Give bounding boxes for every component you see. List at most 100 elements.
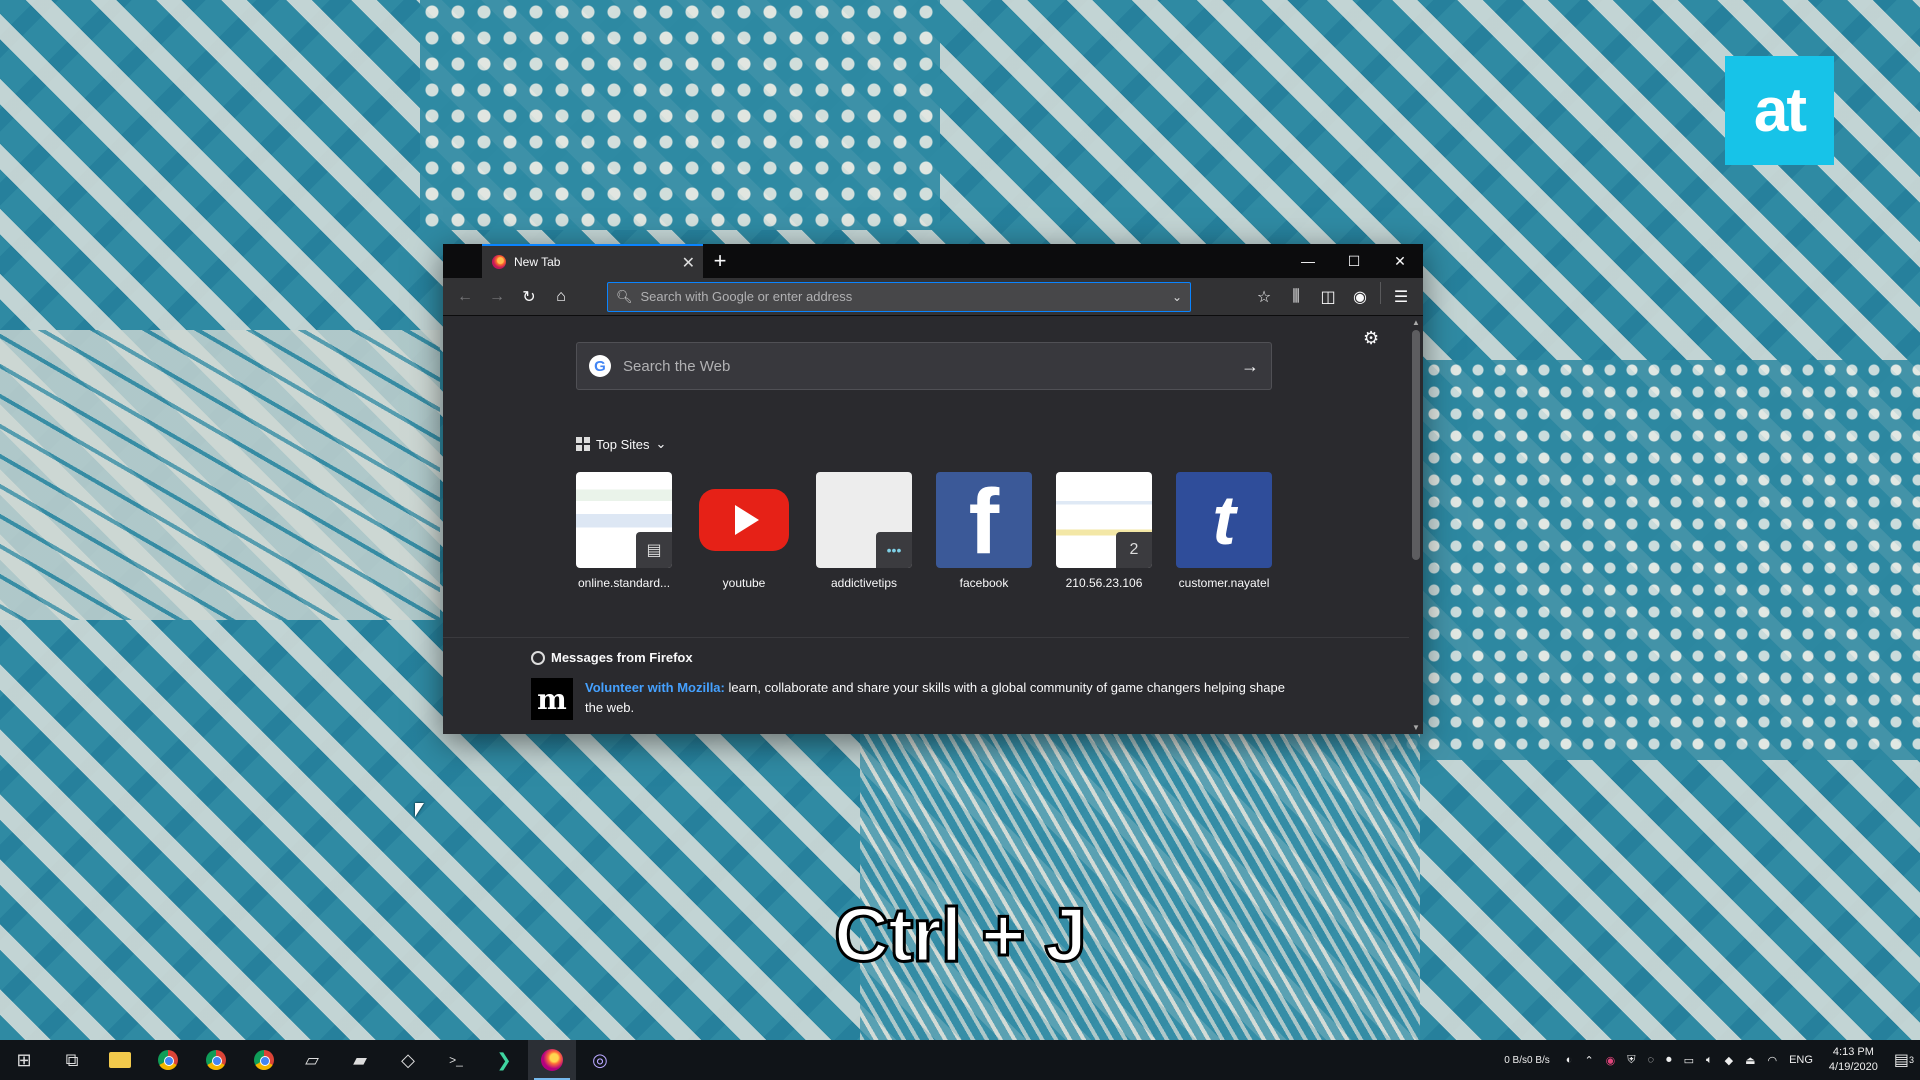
site-label: youtube — [722, 576, 766, 590]
firefox-icon — [492, 255, 506, 269]
clock[interactable]: 4:13 PM 4/19/2020 — [1819, 1045, 1888, 1075]
web-search-box[interactable]: G Search the Web → — [576, 342, 1272, 390]
tab-new-tab[interactable]: New Tab ✕ — [482, 244, 703, 278]
shield-icon[interactable]: ⛨ — [1621, 1054, 1641, 1067]
task-view-icon[interactable]: ⧉ — [48, 1040, 96, 1080]
menu-icon[interactable]: ☰ — [1385, 282, 1417, 312]
sidebar-icon[interactable]: ◫ — [1312, 282, 1344, 312]
network-speed: 0 B/s 0 B/s — [1504, 1054, 1550, 1066]
scroll-down-icon[interactable]: ▼ — [1412, 723, 1420, 732]
top-site-nayatel[interactable]: t customer.nayatel — [1176, 472, 1272, 590]
site-label: online.standard... — [577, 576, 671, 590]
top-sites-title: Top Sites — [596, 436, 650, 452]
web-search-input[interactable]: Search the Web — [623, 358, 1241, 375]
new-tab-button[interactable]: + — [703, 244, 737, 278]
chevron-down-icon[interactable]: ⌄ — [1172, 290, 1182, 304]
dots-icon: ••• — [876, 532, 912, 568]
bookmarks-icon[interactable]: ☆ — [1248, 282, 1280, 312]
home-button[interactable]: ⌂ — [545, 282, 577, 312]
top-site-ip[interactable]: 2 210.56.23.106 — [1056, 472, 1152, 590]
firefox-icon[interactable] — [528, 1040, 576, 1080]
gear-icon[interactable]: ⚙ — [1363, 328, 1379, 349]
mozilla-logo-icon: m — [531, 678, 573, 720]
back-button[interactable]: ← — [449, 282, 481, 312]
start-button[interactable]: ⊞ — [0, 1040, 48, 1080]
messages-title: Messages from Firefox — [551, 650, 693, 665]
clock-time: 4:13 PM — [1832, 1046, 1874, 1058]
google-icon: G — [589, 355, 611, 377]
app-icon[interactable]: ◇ — [384, 1040, 432, 1080]
at-brand-logo: at — [1725, 56, 1834, 165]
tab-title: New Tab — [514, 255, 561, 269]
account-icon[interactable]: ◉ — [1344, 282, 1376, 312]
chrome-icon[interactable] — [240, 1040, 288, 1080]
terminal-icon[interactable]: >_ — [432, 1040, 480, 1080]
window-controls: — ☐ ✕ — [1285, 244, 1423, 278]
library-icon[interactable]: ⫼ — [1280, 282, 1312, 312]
firefox-icon — [531, 650, 545, 665]
app-tray-icon[interactable]: ◌ — [1642, 1054, 1661, 1066]
usb-icon[interactable]: ⏏ — [1739, 1054, 1761, 1067]
firefox-window: New Tab ✕ + — ☐ ✕ ← → ↻ ⌂ 🔍︎ Search with… — [443, 244, 1423, 734]
arrow-right-icon[interactable]: → — [1241, 356, 1259, 377]
file-explorer-icon[interactable] — [96, 1040, 144, 1080]
site-label: addictivetips — [830, 576, 898, 590]
wifi-icon[interactable]: ◠ — [1761, 1054, 1783, 1067]
top-site-youtube[interactable]: youtube — [696, 472, 792, 590]
facebook-icon: f — [936, 472, 1032, 568]
tab-close-icon[interactable]: ✕ — [682, 253, 695, 273]
app-icon[interactable]: ▱ — [288, 1040, 336, 1080]
number-badge: 2 — [1116, 532, 1152, 568]
chevron-up-icon[interactable]: ⌃ — [1578, 1054, 1599, 1067]
system-tray: 0 B/s 0 B/s ◐ ⌃ ◉ ⛨ ◌ ⏺ ▭ 🔈︎ ◆ ⏏ ◠ ENG 4… — [1498, 1040, 1920, 1080]
site-thumbnail — [696, 472, 792, 568]
record-icon[interactable]: ◉ — [1600, 1054, 1622, 1067]
volunteer-link[interactable]: Volunteer with Mozilla: — [585, 680, 725, 695]
notification-count: 3 — [1908, 1055, 1914, 1065]
app-icon[interactable]: ▰ — [336, 1040, 384, 1080]
language-indicator[interactable]: ENG — [1783, 1054, 1819, 1066]
messages-panel: Messages from Firefox m Volunteer with M… — [443, 637, 1409, 734]
top-sites-grid: ▤ online.standard... youtube ••• addicti… — [576, 472, 1272, 590]
nav-toolbar: ← → ↻ ⌂ 🔍︎ Search with Google or enter a… — [443, 278, 1423, 316]
microphone-icon[interactable]: ⏺ — [1660, 1054, 1678, 1067]
dropbox-icon[interactable]: ◆ — [1719, 1054, 1739, 1067]
wallpaper-pattern — [860, 720, 1420, 1040]
search-icon: 🔍︎ — [616, 288, 633, 304]
site-thumbnail: ••• — [816, 472, 912, 568]
shortcut-caption: Ctrl + J — [833, 892, 1089, 980]
site-label: customer.nayatel — [1178, 576, 1270, 590]
top-site-online-standard[interactable]: ▤ online.standard... — [576, 472, 672, 590]
notifications-icon[interactable]: ▤ 3 — [1888, 1050, 1920, 1070]
volume-icon[interactable]: 🔈︎ — [1700, 1054, 1719, 1067]
tab-bar: New Tab ✕ + — ☐ ✕ — [443, 244, 1423, 278]
youtube-icon — [699, 489, 789, 551]
forward-button[interactable]: → — [481, 282, 513, 312]
minimize-button[interactable]: — — [1285, 244, 1331, 278]
clock-date: 4/19/2020 — [1828, 1061, 1878, 1073]
night-light-icon[interactable]: ◐ — [1560, 1054, 1579, 1066]
sheet-icon: ▤ — [636, 532, 672, 568]
wallpaper-pattern — [0, 330, 440, 620]
wallpaper-pattern — [1380, 360, 1920, 760]
maximize-button[interactable]: ☐ — [1331, 244, 1377, 278]
grid-icon — [576, 437, 590, 451]
chrome-icon[interactable] — [144, 1040, 192, 1080]
scrollbar-thumb[interactable] — [1412, 330, 1420, 560]
top-sites-header[interactable]: Top Sites ⌄ — [576, 436, 666, 452]
top-site-addictivetips[interactable]: ••• addictivetips — [816, 472, 912, 590]
address-bar[interactable]: 🔍︎ Search with Google or enter address ⌄ — [607, 281, 1191, 312]
battery-icon[interactable]: ▭ — [1678, 1054, 1700, 1067]
site-label: 210.56.23.106 — [1065, 576, 1143, 590]
scroll-up-icon[interactable]: ▲ — [1412, 318, 1420, 327]
top-site-facebook[interactable]: f facebook — [936, 472, 1032, 590]
close-window-button[interactable]: ✕ — [1377, 244, 1423, 278]
wallpaper-pattern — [420, 0, 940, 230]
new-tab-page: ⚙ G Search the Web → Top Sites ⌄ ▤ onlin… — [443, 316, 1409, 734]
reload-button[interactable]: ↻ — [513, 282, 545, 312]
app-icon[interactable]: ❯ — [480, 1040, 528, 1080]
mouse-cursor-icon — [415, 803, 424, 817]
app-icon[interactable]: ◎ — [576, 1040, 624, 1080]
page-scrollbar[interactable]: ▲ ▼ — [1409, 316, 1423, 734]
chrome-icon[interactable] — [192, 1040, 240, 1080]
